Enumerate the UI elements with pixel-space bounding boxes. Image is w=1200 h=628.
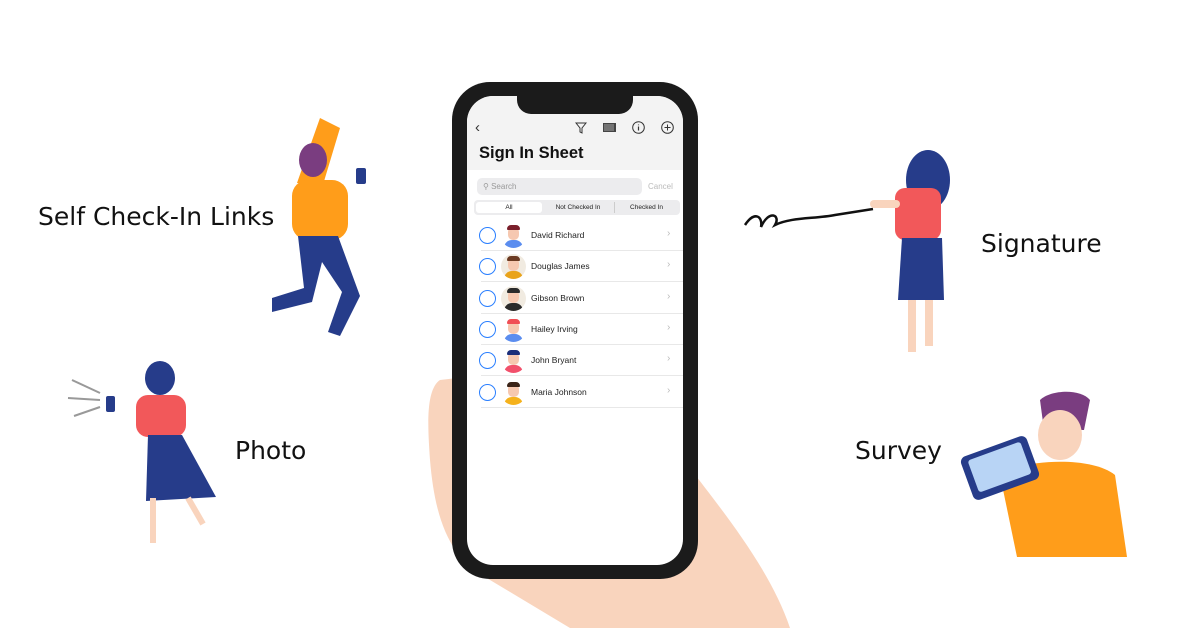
phone-notch [517,96,633,114]
check-in-checkbox[interactable] [479,289,496,307]
tab-all[interactable]: All [476,202,542,213]
info-icon[interactable] [632,121,645,137]
add-icon[interactable] [661,121,674,137]
check-in-checkbox[interactable] [479,383,496,401]
chevron-right-icon: › [667,384,671,396]
check-in-checkbox[interactable] [479,320,496,338]
chevron-right-icon: › [667,290,671,302]
avatar [501,223,526,248]
list-item[interactable]: Maria Johnson › [467,377,683,408]
search-placeholder: Search [491,182,517,191]
feature-label-survey: Survey [855,436,942,465]
survey-man-illustration [960,391,1127,557]
attendee-name: Douglas James [531,261,590,272]
chevron-right-icon: › [667,353,671,365]
phone: ‹ Sign In Sheet ⚲ Search Cancel All Not … [452,82,698,579]
feature-label-self-checkin: Self Check-In Links [38,202,275,231]
attendee-name: John Bryant [531,355,577,366]
avatar [501,254,526,280]
photo-woman-illustration [67,361,216,543]
check-in-checkbox[interactable] [479,227,496,244]
list-item[interactable]: David Richard › [467,220,683,251]
attendee-name: Gibson Brown [531,292,585,303]
list-item[interactable]: Hailey Irving › [467,314,683,345]
avatar [501,380,526,405]
filter-icon[interactable] [574,122,588,137]
feature-label-signature: Signature [981,229,1102,258]
avatar [501,348,526,374]
avatar [501,285,526,311]
signature-woman-illustration [743,150,950,352]
avatar [501,317,526,342]
cancel-button[interactable]: Cancel [648,182,673,191]
search-icon: ⚲ [483,182,489,191]
page-title: Sign In Sheet [479,144,584,162]
filter-segmented-control: All Not Checked In Checked In [474,200,680,215]
chevron-right-icon: › [667,228,671,239]
attendee-name: Hailey Irving [531,323,578,334]
search-input[interactable]: ⚲ Search [477,178,642,195]
attendee-name: Maria Johnson [531,386,587,397]
back-chevron-icon[interactable]: ‹ [475,120,480,135]
list-item[interactable]: John Bryant › [467,345,683,377]
tab-not-checked-in[interactable]: Not Checked In [544,202,612,213]
attendee-name: David Richard [531,230,585,240]
list-item[interactable]: Gibson Brown › [467,283,683,314]
chevron-right-icon: › [667,259,671,271]
list-item[interactable]: Douglas James › [467,251,683,283]
barcode-scanner-icon[interactable] [603,122,616,136]
check-in-checkbox[interactable] [479,352,496,370]
chevron-right-icon: › [667,321,671,333]
check-in-checkbox[interactable] [479,258,496,276]
tab-checked-in[interactable]: Checked In [614,202,678,213]
feature-label-photo: Photo [235,436,307,465]
jumping-man-illustration [272,118,366,336]
phone-screen: ‹ Sign In Sheet ⚲ Search Cancel All Not … [467,96,683,565]
row-divider [481,406,683,408]
